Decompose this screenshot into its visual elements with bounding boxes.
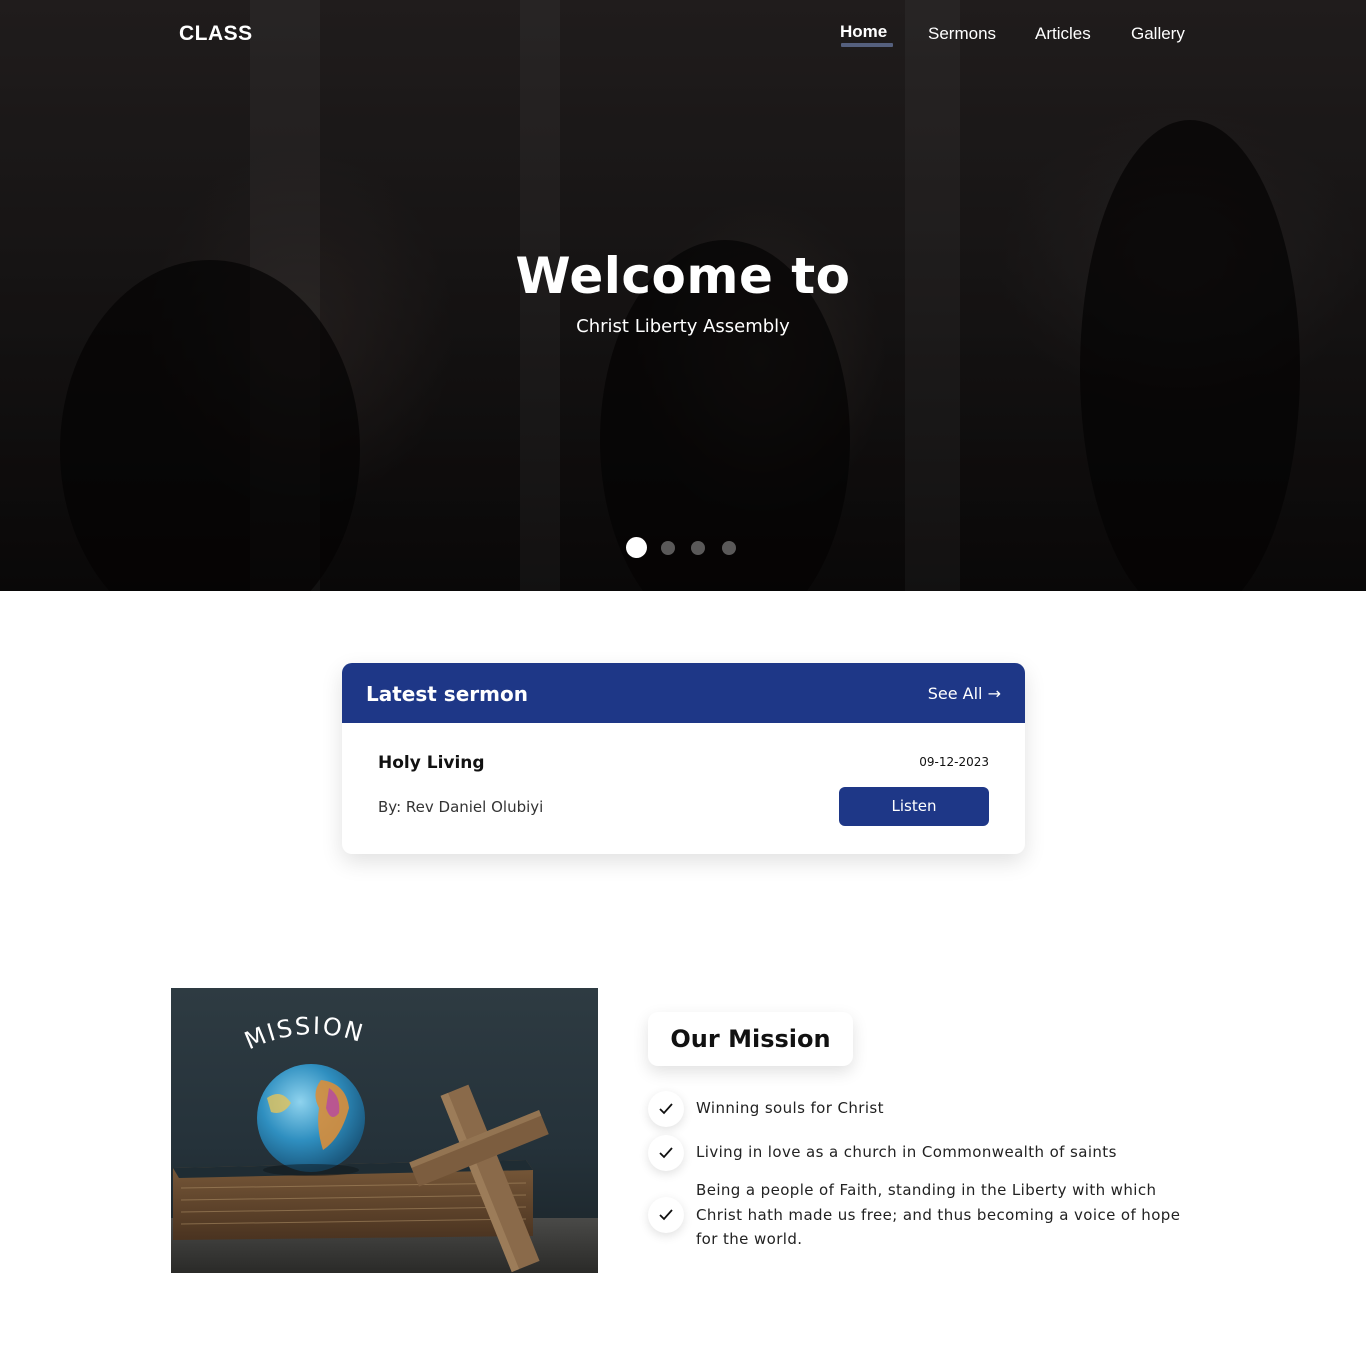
sermon-author: By: Rev Daniel Olubiyi (378, 798, 544, 816)
check-icon (648, 1135, 684, 1171)
nav-home[interactable]: Home (840, 22, 887, 42)
listen-button[interactable]: Listen (839, 787, 989, 826)
check-icon (648, 1091, 684, 1127)
carousel-dot-3[interactable] (691, 541, 705, 555)
mission-item-1: Winning souls for Christ (696, 1099, 884, 1117)
mission-title: Our Mission (670, 1025, 831, 1053)
mission-title-card: Our Mission (648, 1012, 853, 1066)
latest-sermon-header: Latest sermon See All → (342, 663, 1025, 723)
nav-articles[interactable]: Articles (1035, 24, 1091, 44)
hero-title: Welcome to (515, 247, 851, 305)
carousel-indicators (0, 537, 1366, 559)
mission-image: MISSION (171, 988, 598, 1273)
carousel-dot-1[interactable] (626, 537, 647, 558)
mission-illustration: MISSION (171, 1012, 598, 1273)
hero-subtitle: Christ Liberty Assembly (576, 316, 790, 337)
hero-carousel: CLASS Home Sermons Articles Gallery Welc… (0, 0, 1366, 591)
carousel-dot-4[interactable] (722, 541, 736, 555)
top-navigation: CLASS Home Sermons Articles Gallery (0, 0, 1366, 70)
carousel-dot-2[interactable] (661, 541, 675, 555)
svg-text:MISSION: MISSION (241, 1012, 368, 1055)
sermon-date: 09-12-2023 (919, 755, 989, 769)
mission-image-text: MISSION (241, 1012, 366, 1055)
nav-gallery[interactable]: Gallery (1131, 24, 1185, 44)
nav-active-indicator (841, 43, 893, 47)
mission-item-3: Being a people of Faith, standing in the… (696, 1181, 1181, 1248)
latest-sermon-card: Latest sermon See All → Holy Living 09-1… (342, 663, 1025, 854)
nav-sermons[interactable]: Sermons (928, 24, 996, 44)
mission-item-2: Living in love as a church in Commonweal… (696, 1143, 1117, 1161)
sermon-title: Holy Living (378, 753, 485, 773)
latest-sermon-heading: Latest sermon (366, 682, 528, 706)
see-all-link[interactable]: See All → (928, 684, 1001, 703)
site-logo[interactable]: CLASS (179, 22, 253, 46)
check-icon (648, 1197, 684, 1233)
